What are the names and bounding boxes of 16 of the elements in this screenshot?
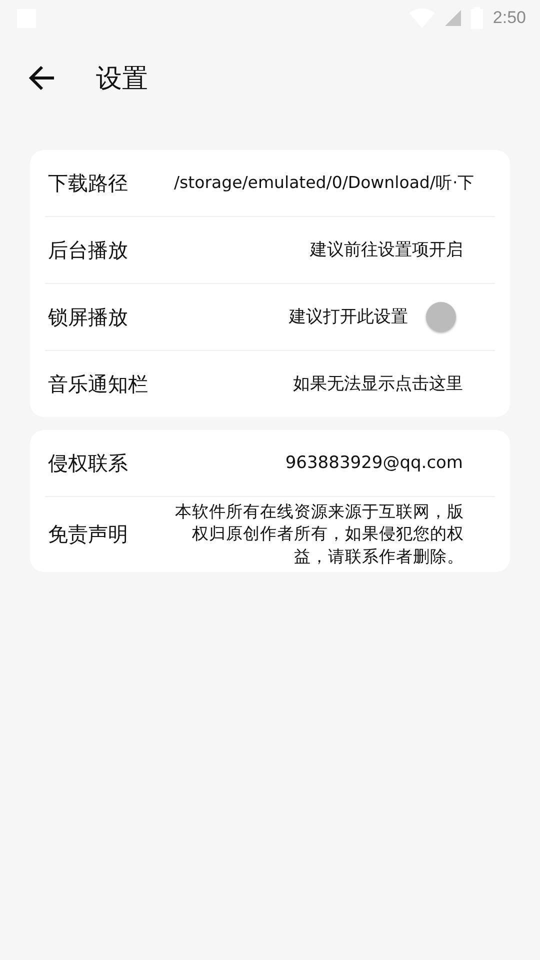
setting-label: 后台播放 (48, 236, 129, 264)
setting-value: 963883929@qq.com (284, 452, 464, 474)
back-arrow-icon[interactable] (28, 64, 56, 92)
page-title: 设置 (96, 62, 148, 96)
setting-value: 本软件所有在线资源来源于互联网，版权归原创作者所有，如果侵犯您的权益，请联系作者删除。 (174, 501, 465, 568)
setting-value: /storage/emulated/0/Download/听·下 (173, 172, 476, 194)
setting-label: 音乐通知栏 (48, 370, 149, 398)
clock-time: 2:50 (492, 8, 526, 28)
setting-label: 免责声明 (48, 520, 129, 548)
setting-value: 建议打开此设置 (288, 306, 409, 328)
setting-label: 侵权联系 (48, 450, 129, 476)
setting-value: 建议前往设置项开启 (308, 238, 464, 262)
setting-value: 如果无法显示点击这里 (292, 372, 464, 396)
setting-label: 下载路径 (48, 170, 129, 196)
signal-icon (444, 8, 461, 28)
setting-label: 锁屏播放 (48, 304, 129, 330)
